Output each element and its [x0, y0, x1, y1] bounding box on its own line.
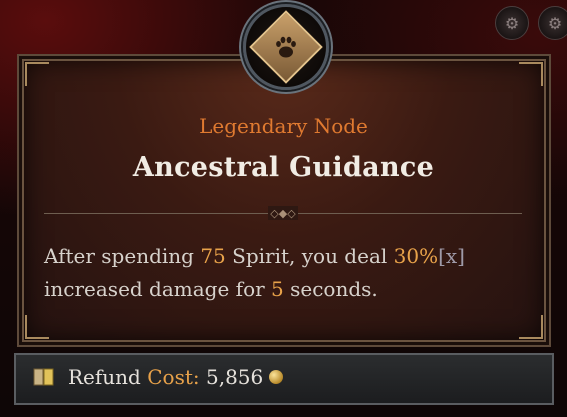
menu-gear-icon[interactable]: ⚙: [538, 6, 567, 40]
refund-label: Refund: [68, 365, 141, 389]
book-icon: [33, 368, 54, 386]
gold-coin-icon: [269, 369, 284, 384]
duration-value: 5: [271, 277, 284, 301]
bear-paw-icon: [276, 36, 296, 58]
emblem-diamond: [249, 10, 323, 84]
node-emblem: [243, 4, 329, 90]
desc-text: seconds.: [283, 277, 378, 301]
desc-text: increased damage for: [44, 277, 272, 301]
desc-text: Spirit, you deal: [225, 244, 394, 268]
corner-ornament: [519, 315, 543, 339]
node-description: After spending 75 Spirit, you deal 30%[x…: [44, 240, 524, 306]
desc-text: After spending: [44, 244, 201, 268]
cost-label: Cost:: [147, 365, 200, 389]
spirit-value: 75: [200, 244, 226, 268]
damage-value: 30%: [393, 244, 439, 268]
node-category: Legendary Node: [199, 114, 368, 138]
multiplier-tag: [x]: [438, 244, 465, 268]
altar-icon[interactable]: ⚙: [495, 6, 529, 40]
divider-ornament: ◇◆◇: [268, 206, 298, 220]
corner-ornament: [519, 62, 543, 86]
refund-bar: Refund Cost: 5,856: [14, 353, 554, 405]
cost-value: 5,856: [205, 365, 264, 389]
refund-cost: Refund Cost: 5,856: [68, 365, 284, 389]
corner-ornament: [25, 315, 49, 339]
node-title: Ancestral Guidance: [132, 152, 435, 183]
corner-ornament: [25, 62, 49, 86]
